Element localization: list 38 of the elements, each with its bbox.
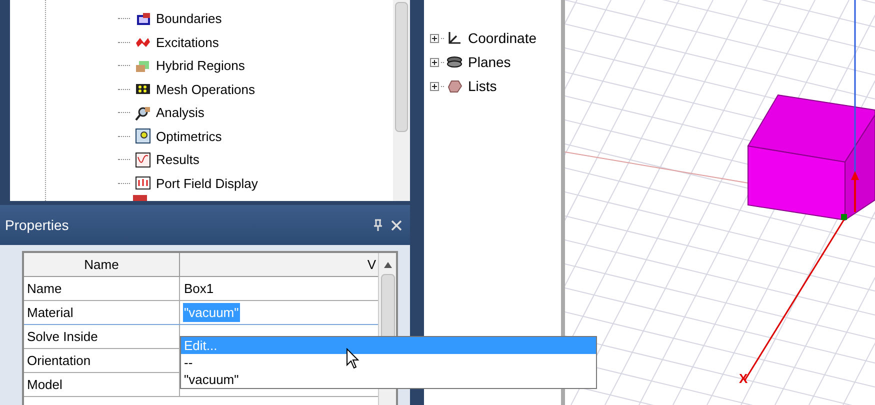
tree-item-icon (135, 175, 151, 192)
column-header[interactable]: Name (24, 253, 180, 276)
property-name: Name (24, 277, 180, 300)
tree-item-icon (446, 78, 463, 94)
tree-item[interactable]: Planes (468, 52, 511, 72)
tree-item[interactable]: Optimetrics (156, 126, 222, 146)
tree-item-icon (135, 152, 151, 168)
3d-viewport[interactable]: X (565, 0, 875, 405)
expand-icon[interactable] (430, 58, 439, 66)
tree-item[interactable]: Lists (468, 76, 497, 96)
property-row[interactable]: Name Box1 (24, 277, 378, 301)
scrollbar[interactable] (393, 0, 410, 201)
property-value[interactable]: Box1 (183, 278, 215, 298)
scroll-up-icon[interactable] (384, 262, 392, 268)
tree-item-icon (135, 104, 151, 121)
tree-item[interactable]: Coordinate (468, 28, 536, 48)
tree-item-icon (446, 30, 463, 46)
expand-icon[interactable] (430, 34, 439, 42)
tree-item[interactable]: Analysis (156, 103, 204, 122)
property-row[interactable]: Material "vacuum" (24, 301, 378, 325)
axis-label: X (739, 372, 748, 385)
close-icon[interactable] (391, 220, 402, 230)
tree-item-icon (133, 195, 147, 201)
tree-item[interactable]: Hybrid Regions (156, 56, 245, 76)
column-header[interactable]: V (180, 253, 378, 276)
panel-title: Properties (5, 216, 69, 235)
tree-item[interactable]: Excitations (156, 32, 219, 52)
expand-icon[interactable] (430, 82, 439, 90)
tree-item-icon (135, 128, 151, 144)
pin-icon[interactable] (373, 219, 383, 231)
property-name: Material (24, 301, 180, 324)
tree-item[interactable]: Port Field Display (156, 174, 258, 193)
tree-item[interactable]: Boundaries (156, 9, 222, 28)
tree-item[interactable]: Results (156, 150, 200, 170)
tree-item[interactable]: Mesh Operations (156, 80, 255, 99)
tree-item-icon (135, 10, 151, 27)
mouse-cursor-icon (346, 348, 360, 370)
tree-item-icon (446, 54, 463, 70)
